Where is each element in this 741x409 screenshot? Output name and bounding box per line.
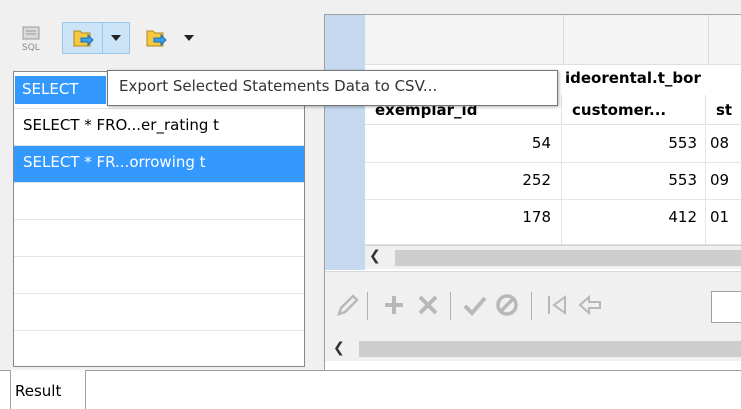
export-csv-button[interactable]	[62, 22, 102, 54]
list-item-label: SELECT * FR...orrowing t	[23, 153, 206, 171]
chevron-down-icon	[111, 35, 121, 41]
list-item-label: SELECT	[22, 80, 79, 98]
row-gutter	[325, 15, 365, 270]
table-cell[interactable]: 553	[562, 163, 706, 200]
table-cell[interactable]: 252	[365, 163, 562, 200]
svg-text:SQL: SQL	[22, 43, 40, 52]
cancel-icon[interactable]	[495, 292, 519, 318]
chevron-down-icon	[184, 35, 194, 41]
column-header[interactable]: st	[706, 95, 741, 125]
scroll-left-icon[interactable]: ❮	[333, 340, 345, 356]
grid-horizontal-scrollbar[interactable]: ❮	[365, 245, 741, 269]
statement-list: SELECT SELECT * FRO...er_rating t SELECT…	[13, 71, 305, 367]
table-cell[interactable]: 54	[365, 126, 562, 163]
check-icon[interactable]	[463, 292, 487, 318]
list-item	[14, 220, 304, 257]
table-cell[interactable]: 09	[706, 163, 741, 200]
horizontal-scrollbar[interactable]: ❮	[325, 337, 741, 361]
statement-toolbar: SQL	[0, 0, 316, 66]
list-item	[14, 294, 304, 331]
tooltip: Export Selected Statements Data to CSV..…	[107, 70, 558, 106]
table-cell[interactable]: 178	[365, 200, 562, 245]
list-item	[14, 257, 304, 294]
tab-result[interactable]: Result	[10, 370, 86, 409]
list-item	[14, 331, 304, 368]
table-cell[interactable]: 553	[562, 126, 706, 163]
editor-toolbar	[325, 271, 741, 337]
column-header[interactable]: customer...	[562, 95, 706, 125]
plus-icon[interactable]	[383, 292, 405, 318]
scrollbar-thumb[interactable]	[395, 250, 741, 266]
scroll-left-icon[interactable]: ❮	[369, 248, 381, 264]
export-icon	[146, 30, 167, 47]
pencil-icon[interactable]	[335, 292, 359, 318]
table-cell[interactable]: 412	[562, 200, 706, 245]
result-panel: ideorental.t_bor exemplar_id customer...…	[324, 14, 741, 370]
grid-header-bar	[365, 15, 741, 65]
export-icon	[73, 30, 94, 47]
table-cell[interactable]: 08	[706, 126, 741, 163]
page-number-input[interactable]	[711, 291, 741, 323]
bottom-tab-bar: Result	[0, 370, 741, 409]
list-item[interactable]: SELECT * FR...orrowing t	[14, 146, 304, 183]
scrollbar-thumb[interactable]	[359, 341, 741, 357]
list-item-selection: SELECT	[15, 76, 106, 104]
export-all-dropdown-button[interactable]	[176, 22, 202, 54]
list-item[interactable]: SELECT * FRO...er_rating t	[14, 109, 304, 146]
table-title: ideorental.t_bor	[565, 69, 701, 87]
table-cell[interactable]: 01	[706, 200, 741, 245]
first-page-icon[interactable]	[545, 292, 569, 318]
prev-page-icon[interactable]	[577, 292, 603, 318]
export-dropdown-button[interactable]	[102, 22, 130, 54]
export-all-button[interactable]	[138, 22, 174, 54]
splitter[interactable]	[316, 0, 324, 370]
list-item-label: SELECT * FRO...er_rating t	[23, 116, 220, 134]
list-item	[14, 183, 304, 220]
cross-icon[interactable]	[417, 292, 439, 318]
sql-editor-icon[interactable]: SQL	[18, 22, 48, 54]
